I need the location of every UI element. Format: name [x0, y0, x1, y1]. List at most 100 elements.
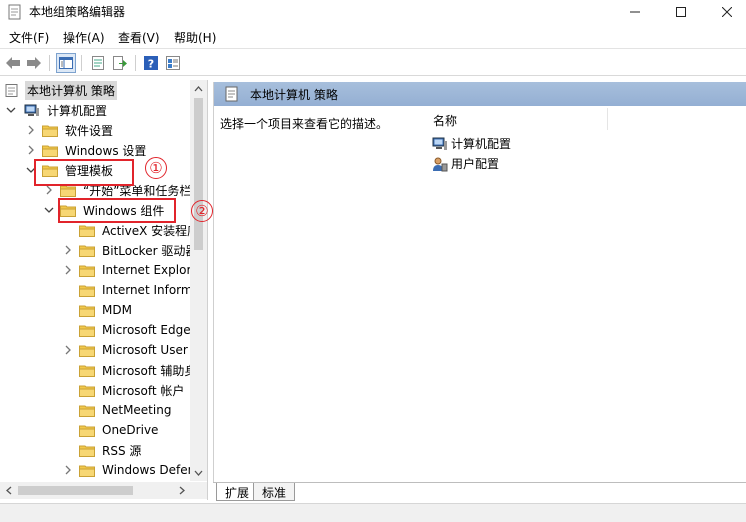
list-item-user-config[interactable]: 用户配置 — [432, 155, 499, 172]
forward-button[interactable] — [24, 53, 44, 73]
toolbar-separator — [81, 55, 82, 71]
folder-icon — [79, 345, 95, 357]
user-icon — [433, 157, 448, 171]
tree-item-local-policy[interactable]: 本地计算机 策略 — [4, 80, 117, 100]
tree-item-label: RSS 源 — [102, 443, 142, 458]
navigation-tree[interactable]: 本地计算机 策略 计算机配置 软件设置 Windows 设置 管理模板 “开始”… — [0, 80, 208, 500]
tree-item-windows-settings[interactable]: Windows 设置 — [26, 140, 148, 160]
status-bar — [0, 503, 746, 522]
properties-button[interactable] — [88, 53, 108, 73]
toolbar-separator — [49, 55, 50, 71]
folder-icon — [79, 285, 95, 297]
column-header-name[interactable]: 名称 — [433, 112, 457, 129]
tree-item-label: 软件设置 — [65, 123, 114, 138]
chevron-right-icon — [28, 145, 34, 155]
menu-help[interactable]: 帮助(H) — [174, 29, 216, 46]
tree-item-rss[interactable]: RSS 源 — [79, 440, 143, 460]
tree-item-microsoft-account[interactable]: Microsoft 帐户 — [79, 380, 186, 400]
details-pane: 本地计算机 策略 选择一个项目来查看它的描述。 名称 计算机配置 用户配置 — [213, 82, 746, 482]
menu-file[interactable]: 文件(F) — [9, 29, 49, 46]
folder-icon — [79, 465, 95, 477]
scroll-thumb[interactable] — [194, 98, 203, 250]
toolbar: ? — [0, 48, 746, 76]
tree-item-microsoft-user[interactable]: Microsoft User Experience Virtualization — [63, 340, 207, 360]
close-button[interactable] — [704, 0, 746, 24]
view-button[interactable] — [163, 53, 183, 73]
computer-icon — [432, 137, 447, 150]
tree-item-label: 计算机配置 — [47, 103, 108, 118]
chevron-down-icon — [44, 207, 54, 213]
scrollbar-corner — [190, 482, 207, 499]
show-tree-button[interactable] — [56, 53, 76, 73]
chevron-right-icon — [65, 265, 71, 275]
list-item-computer-config[interactable]: 计算机配置 — [432, 135, 511, 152]
scroll-right-button[interactable] — [173, 482, 190, 499]
chevron-down-icon — [194, 470, 203, 476]
annotation-number-2: ② — [191, 200, 213, 222]
tree-item-mdm[interactable]: MDM — [79, 300, 134, 320]
folder-icon — [79, 265, 95, 277]
maximize-icon — [676, 7, 686, 17]
folder-icon — [79, 445, 95, 457]
chevron-right-icon — [65, 345, 71, 355]
help-button[interactable]: ? — [141, 53, 161, 73]
column-separator[interactable] — [607, 108, 608, 130]
show-tree-icon — [59, 57, 73, 69]
tree-item-label: 本地计算机 策略 — [25, 80, 117, 100]
details-header: 本地计算机 策略 — [214, 82, 746, 106]
close-icon — [722, 7, 732, 17]
menu-view[interactable]: 查看(V) — [118, 29, 160, 46]
minimize-button[interactable] — [612, 0, 658, 24]
menu-action[interactable]: 操作(A) — [63, 29, 105, 46]
tab-standard[interactable]: 标准 — [253, 483, 296, 501]
policy-icon — [5, 83, 18, 97]
menu-bar: 文件(F) 操作(A) 查看(V) 帮助(H) — [0, 26, 746, 46]
tree-item-microsoft-auth[interactable]: Microsoft 辅助身份验证因素 — [79, 360, 207, 380]
tree-item-software-settings[interactable]: 软件设置 — [26, 120, 115, 140]
tree-item-netmeeting[interactable]: NetMeeting — [79, 400, 173, 420]
export-list-button[interactable] — [110, 53, 130, 73]
chevron-right-icon — [28, 125, 34, 135]
tree-item-activex[interactable]: ActiveX 安装程序服务 — [79, 220, 207, 240]
chevron-right-icon — [46, 185, 52, 195]
tree-item-onedrive[interactable]: OneDrive — [79, 420, 160, 440]
properties-icon — [92, 56, 104, 70]
folder-icon — [42, 145, 58, 157]
tree-horizontal-scrollbar[interactable] — [0, 482, 190, 499]
tree-item-windows-defender[interactable]: Windows Defender — [63, 460, 207, 480]
back-button[interactable] — [3, 53, 23, 73]
tree-vertical-scrollbar[interactable] — [190, 80, 207, 481]
view-icon — [166, 56, 180, 70]
scroll-thumb[interactable] — [18, 486, 133, 495]
tree-item-microsoft-edge[interactable]: Microsoft Edge — [79, 320, 193, 340]
title-bar: 本地组策略编辑器 — [0, 0, 746, 24]
tree-item-internet-explorer[interactable]: Internet Explorer — [63, 260, 205, 280]
tab-extended[interactable]: 扩展 — [216, 483, 259, 501]
tree-item-internet-information[interactable]: Internet Information Services — [79, 280, 207, 300]
details-header-title: 本地计算机 策略 — [250, 87, 338, 102]
list-item-label: 计算机配置 — [451, 137, 512, 151]
chevron-down-icon — [6, 107, 16, 113]
scroll-down-button[interactable] — [190, 464, 207, 481]
tree-item-label: NetMeeting — [102, 403, 172, 417]
view-tabs: 扩展 标准 — [213, 482, 746, 502]
minimize-icon — [630, 11, 640, 13]
maximize-button[interactable] — [658, 0, 704, 24]
scroll-left-button[interactable] — [0, 482, 17, 499]
tree-item-label: Microsoft Edge — [102, 323, 191, 337]
chevron-right-icon — [65, 465, 71, 475]
tree-item-bitlocker[interactable]: BitLocker 驱动器加密 — [63, 240, 207, 260]
svg-text:?: ? — [148, 58, 154, 71]
tree-item-label: MDM — [102, 303, 132, 317]
scroll-up-button[interactable] — [190, 80, 207, 97]
app-icon — [8, 4, 21, 20]
folder-icon — [79, 245, 95, 257]
annotation-number-1: ① — [145, 157, 167, 179]
chevron-left-icon — [5, 486, 11, 495]
folder-icon — [79, 305, 95, 317]
chevron-right-icon — [179, 486, 185, 495]
chevron-right-icon — [65, 245, 71, 255]
tree-item-label: Microsoft 帐户 — [102, 383, 185, 398]
folder-icon — [79, 405, 95, 417]
tree-item-computer-config[interactable]: 计算机配置 — [6, 100, 109, 120]
